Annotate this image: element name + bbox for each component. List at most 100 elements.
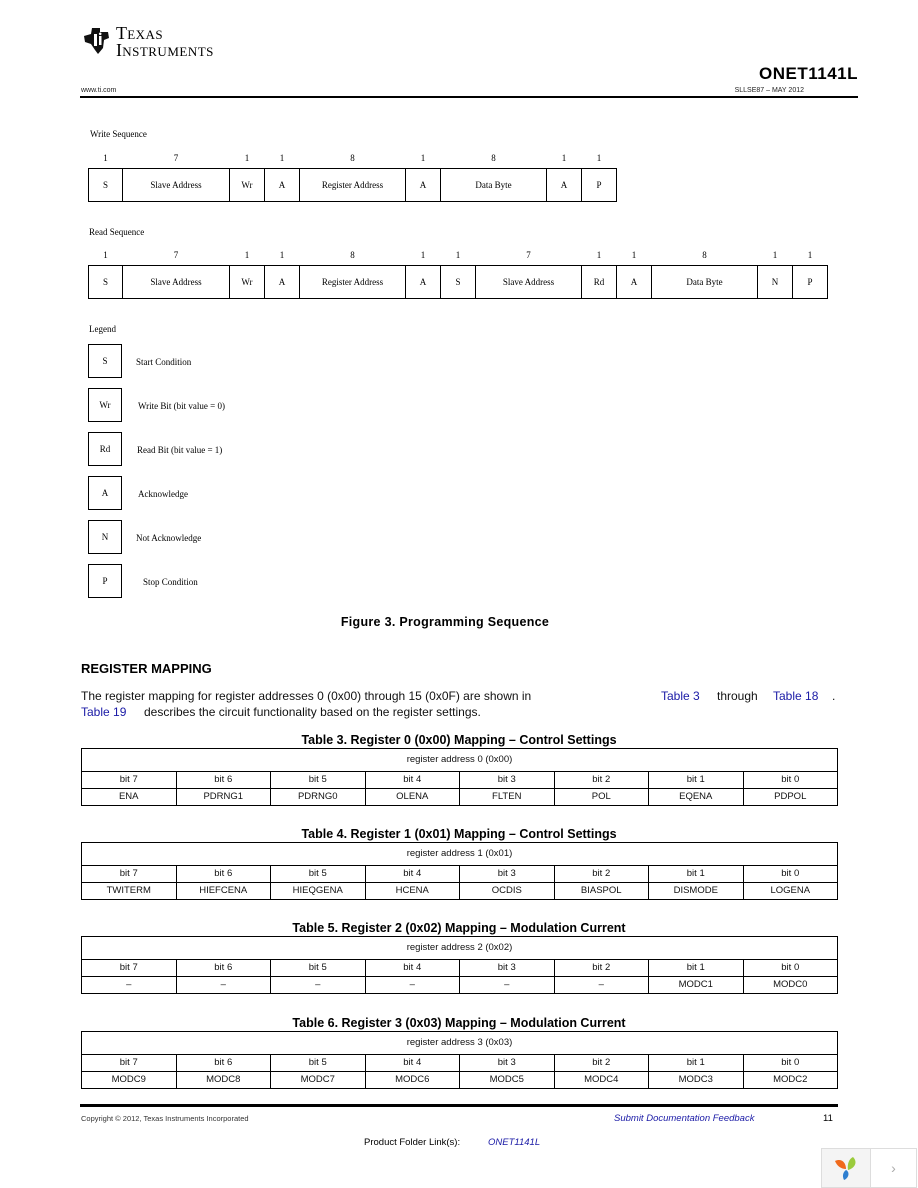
sequence-field: 7 Slave Address xyxy=(123,153,230,202)
bit-header: bit 6 xyxy=(175,1054,271,1072)
bit-header: bit 3 xyxy=(459,959,555,977)
address-row: register address 2 (0x02) xyxy=(81,936,838,960)
bit-count: 1 xyxy=(596,250,602,260)
bit-header: bit 1 xyxy=(648,959,744,977)
bit-name: HCENA xyxy=(364,882,460,900)
bit-value-row: ENA PDRNG1 PDRNG0 OLENA FLTEN POL EQENA PDPOL xyxy=(81,788,838,806)
bit-header: bit 7 xyxy=(81,771,177,789)
bit-header: bit 1 xyxy=(648,865,744,883)
ti-logo: TEXAS INSTRUMENTS xyxy=(82,24,214,60)
bit-name: PDRNG0 xyxy=(270,788,366,806)
field-label: Slave Address xyxy=(150,180,202,190)
register-address: register address 0 (0x00) xyxy=(81,748,838,772)
bit-header: bit 1 xyxy=(648,1054,744,1072)
field-label: A xyxy=(419,180,427,190)
flower-logo-icon xyxy=(835,1157,856,1180)
bit-count: 1 xyxy=(279,153,285,163)
field-label: S xyxy=(102,277,108,287)
bit-header: bit 3 xyxy=(459,1054,555,1072)
sequence-field: 1A xyxy=(547,153,582,202)
bit-count: 7 xyxy=(173,250,179,260)
bit-header: bit 3 xyxy=(459,771,555,789)
submit-feedback-link[interactable]: Submit Documentation Feedback xyxy=(614,1113,754,1124)
sequence-field: 1S xyxy=(441,250,476,299)
website-link[interactable]: www.ti.com xyxy=(81,87,116,94)
write-sequence-diagram: 1 S 7 Slave Address 1 Wr 1 A 8 Register Address 1 A… xyxy=(88,153,617,202)
bit-header: bit 2 xyxy=(553,865,649,883)
bit-header-row: bit 7 bit 6 bit 5 bit 4 bit 3 bit 2 bit 1 bit 0 xyxy=(81,1054,838,1072)
bit-name: – xyxy=(364,976,460,994)
field-label: Register Address xyxy=(321,277,384,287)
document-id: ONET1141L xyxy=(759,64,858,83)
table-18-link[interactable]: Table 18 xyxy=(773,689,818,703)
bit-name: – xyxy=(175,976,271,994)
bit-name: MODC2 xyxy=(742,1071,838,1089)
bit-header: bit 0 xyxy=(742,1054,838,1072)
bit-name: MODC7 xyxy=(270,1071,366,1089)
table-caption: Table 3. Register 0 (0x00) Mapping – Con… xyxy=(301,733,617,747)
field-label: Register Address xyxy=(321,180,384,190)
bit-header: bit 5 xyxy=(270,1054,366,1072)
register-address: register address 3 (0x03) xyxy=(81,1031,838,1055)
bit-name: DISMODE xyxy=(648,882,744,900)
bit-header: bit 1 xyxy=(648,771,744,789)
sequence-field: 1S xyxy=(88,250,123,299)
next-page-button[interactable]: › xyxy=(871,1149,916,1187)
bit-name: EQENA xyxy=(648,788,744,806)
legend-label: Stop Condition xyxy=(143,577,198,587)
bit-header: bit 2 xyxy=(553,771,649,789)
bit-value-row: – – – – – – MODC1 MODC0 xyxy=(81,976,838,994)
register-table: register address 0 (0x00) bit 7 bit 6 bit 5… xyxy=(81,748,838,806)
footer-rule xyxy=(80,1104,838,1107)
field-label: Wr xyxy=(241,277,253,287)
bit-value-row: TWITERM HIEFCENA HIEQGENA HCENA OCDIS BIASPOL… xyxy=(81,882,838,900)
sequence-field: 1 Rd xyxy=(582,250,617,299)
paragraph-text: The register mapping for register addres… xyxy=(81,689,532,703)
bit-count: 7 xyxy=(526,250,531,260)
bit-header: bit 4 xyxy=(364,865,460,883)
sequence-field: 1P xyxy=(582,153,617,202)
legend-symbol: A xyxy=(88,476,122,510)
bit-name: – xyxy=(459,976,555,994)
table-caption: Table 4. Register 1 (0x01) Mapping – Con… xyxy=(301,827,617,841)
bit-count: 1 xyxy=(103,250,108,260)
bit-header: bit 7 xyxy=(81,959,177,977)
product-folder-link[interactable]: ONET1141L xyxy=(488,1137,540,1148)
legend-symbol: S xyxy=(88,344,122,378)
bit-count: 8 xyxy=(350,250,355,260)
bit-header: bit 4 xyxy=(364,771,460,789)
sequence-field: 1P xyxy=(793,250,828,299)
bit-count: 1 xyxy=(561,153,567,163)
paragraph-line-1: The register mapping for register addres… xyxy=(81,689,531,703)
table-19-link[interactable]: Table 19 xyxy=(81,705,126,719)
read-sequence-title: Read Sequence xyxy=(89,227,145,237)
bit-name: – xyxy=(553,976,649,994)
bit-count: 8 xyxy=(702,250,707,260)
product-folder-label: Product Folder Link(s): xyxy=(364,1137,461,1148)
bit-header: bit 2 xyxy=(553,1054,649,1072)
bit-value-row: MODC9 MODC8 MODC7 MODC6 MODC5 MODC4 MODC3 MODC2 xyxy=(81,1071,838,1089)
legend-symbol: Rd xyxy=(88,432,122,466)
bit-name: FLTEN xyxy=(459,788,555,806)
sequence-field: 1 Wr xyxy=(230,250,265,299)
bit-name: MODC9 xyxy=(81,1071,177,1089)
legend-title: Legend xyxy=(89,324,116,334)
company-name-line2: INSTRUMENTS xyxy=(116,40,214,60)
field-label: P xyxy=(596,180,602,190)
bit-header-row: bit 7 bit 6 bit 5 bit 4 bit 3 bit 2 bit 1 bit 0 xyxy=(81,865,838,883)
sequence-field: 7 Slave Address xyxy=(476,250,582,299)
legend-symbol: N xyxy=(88,520,122,554)
literature-number: SLLSE87 – MAY 2012 xyxy=(734,87,804,94)
field-label: Rd xyxy=(593,277,605,287)
address-row: register address 1 (0x01) xyxy=(81,842,838,866)
register-address: register address 2 (0x02) xyxy=(81,936,838,960)
flower-logo-button[interactable] xyxy=(822,1149,871,1187)
write-sequence-title: Write Sequence xyxy=(90,129,147,139)
table-3-link[interactable]: Table 3 xyxy=(661,689,700,703)
bit-header: bit 6 xyxy=(175,959,271,977)
legend-symbol: Wr xyxy=(88,388,122,422)
bit-name: MODC1 xyxy=(648,976,744,994)
field-label: S xyxy=(455,277,461,287)
field-label: P xyxy=(807,277,813,287)
bit-count: 1 xyxy=(631,250,637,260)
